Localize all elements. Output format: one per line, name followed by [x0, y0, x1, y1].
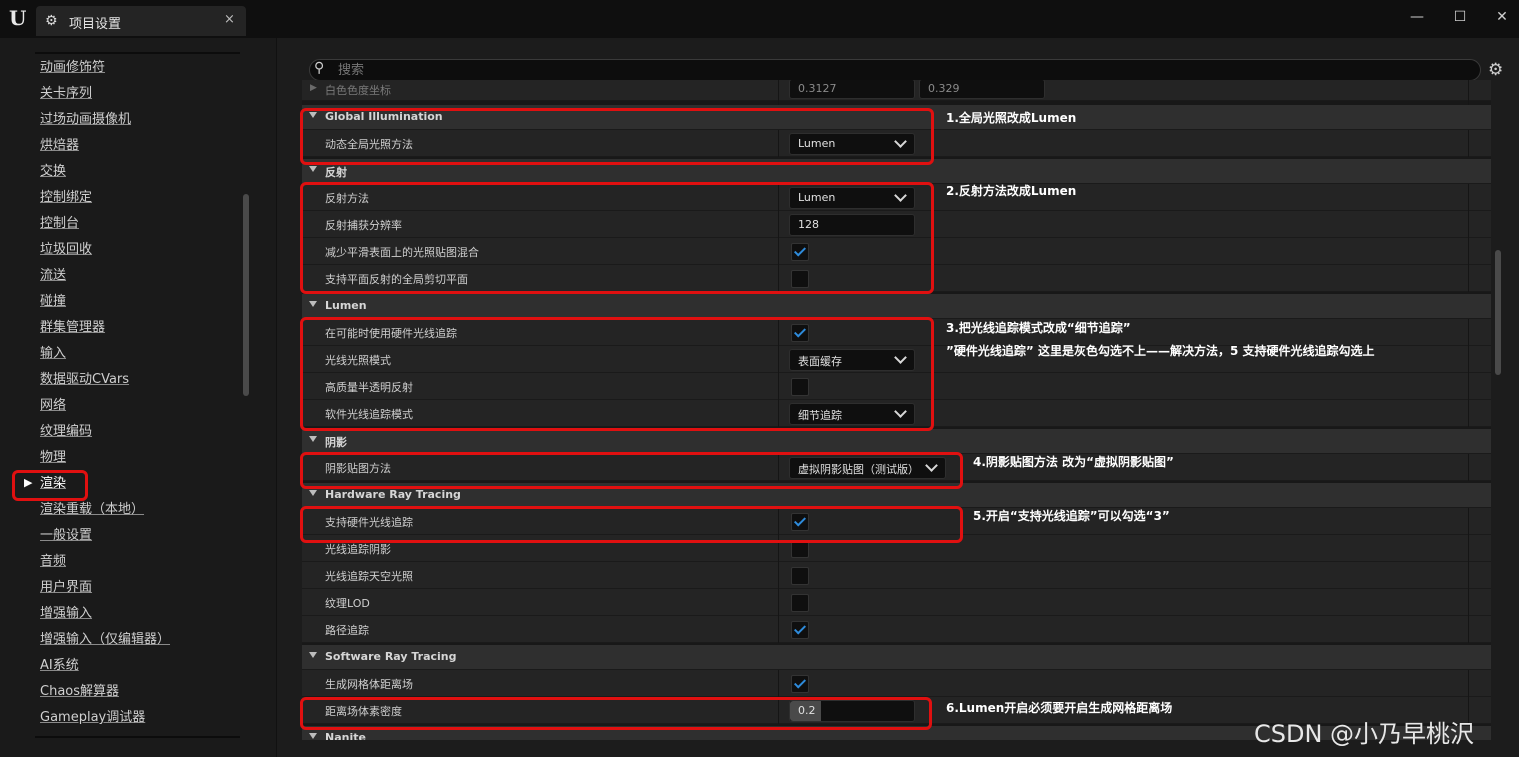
panel-scrollbar[interactable] — [1495, 250, 1501, 375]
unreal-logo-icon[interactable]: U — [9, 6, 33, 30]
collapse-arrow-icon — [309, 301, 317, 307]
collapse-arrow-icon — [309, 733, 317, 739]
search-input[interactable] — [336, 61, 1440, 78]
sidebar-item[interactable]: 增强输入（仅编辑器） — [40, 628, 170, 654]
ray-traced-skylight-checkbox[interactable] — [791, 567, 809, 585]
sidebar-item[interactable]: 流送 — [40, 264, 66, 290]
annotation-4: 4.阴影贴图方法 改为“虚拟阴影贴图” — [973, 455, 1174, 469]
collapse-arrow-icon — [309, 652, 317, 658]
sidebar-divider — [35, 52, 240, 54]
property-label: 光线追踪天空光照 — [325, 570, 413, 583]
sidebar-item[interactable]: 渲染重载（本地） — [40, 498, 144, 524]
annotation-1: 1.全局光照改成Lumen — [946, 111, 1077, 125]
collapse-arrow-icon — [309, 166, 317, 172]
annotation-box — [300, 452, 963, 489]
property-row: ▶ 白色色度坐标 0.3127 0.329 — [302, 80, 1491, 105]
sidebar-item[interactable]: 网络 — [40, 394, 66, 420]
sidebar-item[interactable]: 动画修饰符 — [40, 56, 105, 82]
annotation-6: 6.Lumen开启必须要开启生成网格距离场 — [946, 701, 1173, 715]
property-label: 白色色度坐标 — [325, 84, 391, 97]
sidebar-item[interactable]: 交换 — [40, 160, 66, 186]
sidebar-item[interactable]: 物理 — [40, 446, 66, 472]
settings-cubes-icon: ⚙ — [45, 13, 58, 29]
sidebar-item[interactable]: 关卡序列 — [40, 82, 92, 108]
chroma-x-field[interactable]: 0.3127 — [789, 80, 915, 99]
maximize-icon[interactable]: ☐ — [1450, 9, 1470, 25]
property-row: 纹理LOD — [302, 589, 1491, 616]
property-row: 光线追踪天空光照 — [302, 562, 1491, 589]
sidebar-item[interactable]: AI系统 — [40, 654, 79, 680]
property-row: 生成网格体距离场 — [302, 670, 1491, 697]
sidebar-item[interactable]: 输入 — [40, 342, 66, 368]
title-bar: U ⚙ 项目设置 × — ☐ ✕ — [0, 0, 1519, 38]
property-label: 光线追踪阴影 — [325, 543, 391, 556]
tab-project-settings[interactable]: ⚙ 项目设置 × — [36, 6, 246, 36]
sidebar-item[interactable]: 数据驱动CVars — [40, 368, 129, 394]
collapse-arrow-icon — [309, 436, 317, 442]
annotation-5: 5.开启“支持光线追踪”可以勾选“3” — [973, 509, 1170, 523]
collapse-arrow-icon — [309, 490, 317, 496]
sidebar-scrollbar[interactable] — [243, 194, 249, 396]
annotation-box — [300, 317, 934, 431]
chroma-y-field[interactable]: 0.329 — [919, 80, 1045, 99]
annotation-box — [300, 506, 963, 543]
sidebar-item[interactable]: 用户界面 — [40, 576, 92, 602]
category-lumen[interactable]: Lumen — [302, 294, 1491, 319]
annotation-box — [300, 697, 932, 730]
path-tracing-checkbox[interactable] — [791, 621, 809, 639]
search-icon: ⚲ — [314, 60, 325, 76]
sidebar-item[interactable]: 音频 — [40, 550, 66, 576]
sidebar-item[interactable]: 过场动画摄像机 — [40, 108, 131, 134]
sidebar-item[interactable]: 烘焙器 — [40, 134, 79, 160]
sidebar-item[interactable]: Chaos解算器 — [40, 680, 119, 706]
minimize-icon[interactable]: — — [1407, 9, 1427, 25]
sidebar-item[interactable]: 控制绑定 — [40, 186, 92, 212]
watermark: CSDN @小乃早桃沢 — [1254, 720, 1475, 748]
annotation-3a: 3.把光线追踪模式改成“细节追踪” — [946, 321, 1131, 335]
annotation-3b: ”硬件光线追踪” 这里是灰色勾选不上——解决方法，5 支持硬件光线追踪勾选上 — [946, 344, 1375, 358]
sidebar-item[interactable]: Gameplay调试器 — [40, 706, 145, 732]
property-row: 路径追踪 — [302, 616, 1491, 643]
close-window-icon[interactable]: ✕ — [1492, 9, 1512, 25]
sidebar-item[interactable]: 控制台 — [40, 212, 79, 238]
sidebar-divider — [35, 736, 240, 738]
sidebar-item[interactable]: 纹理编码 — [40, 420, 92, 446]
property-label: 生成网格体距离场 — [325, 678, 413, 691]
sidebar-item[interactable]: 群集管理器 — [40, 316, 105, 342]
generate-mesh-distance-fields-checkbox[interactable] — [791, 675, 809, 693]
sidebar-item[interactable]: 增强输入 — [40, 602, 92, 628]
tab-title: 项目设置 — [69, 17, 122, 32]
sidebar-item[interactable]: 垃圾回收 — [40, 238, 92, 264]
texture-lod-checkbox[interactable] — [791, 594, 809, 612]
property-label: 纹理LOD — [325, 597, 370, 610]
sidebar-item[interactable]: 一般设置 — [40, 524, 92, 550]
annotation-box — [12, 470, 88, 501]
category-software-ray-tracing[interactable]: Software Ray Tracing — [302, 645, 1491, 670]
annotation-box — [300, 182, 934, 294]
gear-icon[interactable]: ⚙ — [1488, 60, 1503, 80]
property-label: 路径追踪 — [325, 624, 369, 637]
sidebar-item[interactable]: 碰撞 — [40, 290, 66, 316]
expand-arrow-icon[interactable]: ▶ — [310, 83, 317, 93]
annotation-2: 2.反射方法改成Lumen — [946, 184, 1077, 198]
category-shadow[interactable]: 阴影 — [302, 429, 1491, 454]
tab-close-icon[interactable]: × — [224, 12, 235, 27]
annotation-box — [300, 108, 934, 165]
